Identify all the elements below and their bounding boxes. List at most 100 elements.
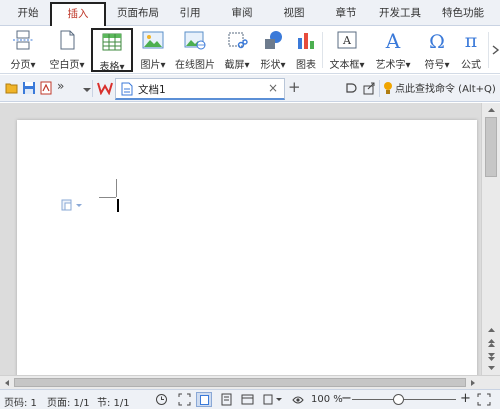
vertical-scrollbar[interactable] xyxy=(481,103,500,375)
svg-text:A: A xyxy=(342,34,352,47)
picture-label: 图片 xyxy=(140,60,161,71)
vertical-scroll-thumb[interactable] xyxy=(485,117,497,177)
word-art-button[interactable]: A 艺术字▾ xyxy=(370,28,416,72)
document-tab-name: 文档1 xyxy=(138,84,166,96)
open-folder-icon[interactable] xyxy=(5,81,19,95)
screenshot-label: 截屏 xyxy=(224,60,245,71)
table-icon xyxy=(102,33,122,51)
chart-icon xyxy=(298,33,314,49)
zoom-level[interactable]: 100 % xyxy=(311,394,343,405)
full-screen-icon[interactable] xyxy=(178,393,191,406)
page-view-button[interactable] xyxy=(196,392,212,407)
text-box-label: 文本框 xyxy=(329,60,360,71)
blank-page-button[interactable]: 空白页▾ xyxy=(44,28,90,72)
tab-view[interactable]: 视图 xyxy=(274,3,314,25)
blank-page-icon xyxy=(60,30,75,50)
page-count-status: 页面: 1/1 xyxy=(47,398,90,409)
chevron-down-icon: ▾ xyxy=(359,60,365,71)
chevron-down-icon: ▾ xyxy=(280,60,286,71)
ribbon-scroll-right-icon[interactable] xyxy=(491,44,500,56)
text-box-button[interactable]: A 文本框▾ xyxy=(326,28,368,72)
margin-corner-mark xyxy=(116,179,117,197)
shapes-button[interactable]: 形状▾ xyxy=(255,28,291,72)
online-picture-button[interactable]: 在线图片 xyxy=(172,28,218,72)
shapes-icon xyxy=(265,31,282,49)
tab-chapter[interactable]: 章节 xyxy=(326,3,366,25)
picture-button[interactable]: 图片▾ xyxy=(135,28,171,72)
share-icon[interactable] xyxy=(362,81,376,95)
more-tools-icon[interactable]: » xyxy=(57,79,71,93)
fit-page-icon[interactable] xyxy=(477,393,491,406)
scroll-right-icon[interactable] xyxy=(470,379,476,387)
online-picture-icon xyxy=(184,31,206,50)
tab-review[interactable]: 审阅 xyxy=(222,3,262,25)
reading-mode-icon[interactable] xyxy=(263,393,283,406)
page-break-icon xyxy=(13,30,33,50)
save-icon[interactable] xyxy=(22,81,36,95)
zoom-out-icon[interactable]: − xyxy=(341,391,352,406)
quick-toolbar: » 文档1 × + 点此查找命令 (Alt+Q) xyxy=(0,75,500,102)
tab-insert[interactable]: 插入 xyxy=(50,2,106,26)
export-pdf-icon[interactable] xyxy=(39,81,53,95)
horizontal-scroll-thumb[interactable] xyxy=(14,378,466,387)
zoom-slider-thumb[interactable] xyxy=(392,394,404,405)
ribbon-divider xyxy=(488,32,489,68)
document-tab[interactable]: 文档1 × xyxy=(115,78,285,100)
margin-corner-mark xyxy=(99,197,116,198)
document-work-area xyxy=(0,103,481,380)
close-tab-icon[interactable]: × xyxy=(268,81,278,95)
svg-text:Ω: Ω xyxy=(429,31,445,50)
picture-icon xyxy=(142,31,164,49)
symbol-button[interactable]: Ω 符号▾ xyxy=(420,28,454,72)
tab-home[interactable]: 开始 xyxy=(8,3,48,25)
text-cursor xyxy=(117,199,119,212)
text-box-icon: A xyxy=(337,31,357,49)
word-art-label: 艺术字 xyxy=(375,60,406,71)
back-icon[interactable] xyxy=(344,81,358,95)
scroll-up-icon[interactable] xyxy=(487,327,496,333)
svg-text:A: A xyxy=(385,30,401,50)
zoom-slider-track[interactable] xyxy=(352,394,456,405)
ribbon-divider xyxy=(322,32,323,68)
tab-page-layout[interactable]: 页面布局 xyxy=(110,3,166,25)
command-search[interactable]: 点此查找命令 (Alt+Q) xyxy=(395,80,496,95)
scroll-left-icon[interactable] xyxy=(4,379,10,387)
chevron-down-icon: ▾ xyxy=(244,60,250,71)
new-tab-icon[interactable]: + xyxy=(288,78,301,96)
tab-references[interactable]: 引用 xyxy=(170,3,210,25)
svg-text:π: π xyxy=(465,30,478,50)
screenshot-button[interactable]: 截屏▾ xyxy=(220,28,254,72)
tab-developer[interactable]: 开发工具 xyxy=(372,3,428,25)
table-label: 表格 xyxy=(99,62,120,73)
previous-page-icon[interactable] xyxy=(487,339,496,348)
history-icon[interactable] xyxy=(155,393,168,406)
next-page-icon[interactable] xyxy=(487,352,496,361)
eye-protection-icon[interactable] xyxy=(292,394,304,406)
outline-view-icon[interactable] xyxy=(220,393,233,406)
web-layout-icon[interactable] xyxy=(241,393,254,406)
chevron-down-icon: ▾ xyxy=(405,60,411,71)
ribbon-insert: 分页▾ 空白页▾ 表格▾ 图片▾ 在线图片 截屏▾ 形状▾ 图表 A 文本框▾ … xyxy=(0,26,500,74)
online-picture-label: 在线图片 xyxy=(175,60,215,71)
formula-label: 公式 xyxy=(461,60,481,71)
wps-logo-icon[interactable] xyxy=(97,81,113,95)
chevron-down-icon: ▾ xyxy=(30,60,36,71)
tab-special-features[interactable]: 特色功能 xyxy=(434,3,492,25)
toolbar-divider xyxy=(92,80,93,97)
menu-bar: 开始 插入 页面布局 引用 审阅 视图 章节 开发工具 特色功能 xyxy=(0,0,500,26)
horizontal-scrollbar[interactable] xyxy=(0,375,500,389)
chevron-down-icon: ▾ xyxy=(79,60,85,71)
scroll-down-icon[interactable] xyxy=(487,365,496,371)
chart-button[interactable]: 图表 xyxy=(292,28,320,72)
chart-label: 图表 xyxy=(296,60,316,71)
lightbulb-icon xyxy=(384,82,392,94)
document-icon xyxy=(121,82,133,96)
formula-button[interactable]: π 公式 xyxy=(456,28,486,72)
table-button[interactable]: 表格▾ xyxy=(91,28,133,73)
scroll-up-icon[interactable] xyxy=(487,107,496,113)
document-page[interactable] xyxy=(17,120,477,380)
formula-icon: π xyxy=(465,30,478,50)
zoom-in-icon[interactable]: + xyxy=(460,391,471,406)
paste-options-icon[interactable] xyxy=(61,199,85,211)
page-break-button[interactable]: 分页▾ xyxy=(4,28,42,72)
